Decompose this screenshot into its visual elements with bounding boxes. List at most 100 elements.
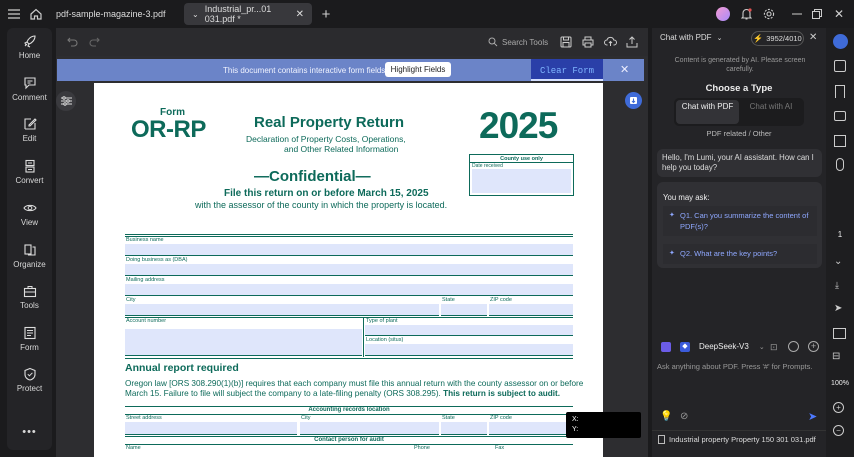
chat-mode-selector[interactable]: Chat with PDF ⌄ — [660, 33, 722, 42]
close-panel-icon[interactable]: ✕ — [809, 32, 817, 43]
chevron-down-icon[interactable]: ⌄ — [192, 10, 199, 19]
restore-icon[interactable] — [810, 7, 824, 21]
redo-icon[interactable] — [88, 36, 100, 48]
nav-view[interactable]: View — [7, 201, 52, 227]
zip-field[interactable] — [489, 304, 573, 316]
close-tab-icon[interactable]: ✕ — [296, 9, 304, 20]
business-name-field[interactable] — [125, 244, 573, 256]
nav-protect[interactable]: Protect — [7, 367, 52, 393]
form-subtitle-1: Declaration of Property Costs, Operation… — [246, 134, 406, 144]
dba-field[interactable] — [125, 264, 573, 276]
x-coordinate-label: X: — [572, 416, 579, 423]
more-icon[interactable]: ••• — [7, 426, 52, 438]
choose-type-heading: Choose a Type — [705, 83, 773, 94]
highlight-fields-button[interactable]: Highlight Fields — [385, 62, 451, 77]
nav-label: Tools — [20, 301, 39, 310]
clear-form-button[interactable]: Clear Form — [531, 59, 603, 81]
contact-person-heading: Contact person for audit — [314, 437, 384, 443]
model-brand-icon: ◆ — [680, 342, 690, 352]
chat-with-ai-option[interactable]: Chat with AI — [740, 100, 802, 124]
zoom-tool-icon[interactable]: ⊟ — [832, 351, 840, 362]
select-cursor-icon[interactable]: ➤ — [834, 303, 842, 314]
search-label: Search Tools — [502, 37, 549, 47]
history-icon[interactable] — [788, 341, 799, 352]
home-icon[interactable] — [29, 7, 43, 21]
lightbulb-icon[interactable]: 💡 — [660, 411, 672, 422]
nav-edit[interactable]: Edit — [7, 117, 52, 143]
save-icon[interactable] — [559, 35, 572, 48]
location-field[interactable] — [365, 344, 573, 356]
nav-tools[interactable]: Tools — [7, 284, 52, 310]
nav-convert[interactable]: Convert — [7, 159, 52, 185]
gear-icon[interactable] — [762, 7, 776, 21]
page-number[interactable]: 1 — [830, 228, 850, 242]
rocket-icon — [23, 35, 36, 48]
minimize-icon[interactable] — [790, 7, 804, 21]
pdf-page: Form OR-RP Real Property Return Declarat… — [94, 83, 603, 457]
properties-icon[interactable] — [56, 91, 76, 111]
menu-icon[interactable] — [7, 7, 21, 21]
last-page-icon[interactable]: ⤓ — [835, 280, 839, 291]
zoom-level[interactable]: 100% — [828, 378, 852, 390]
tab-industrial-property[interactable]: ⌄ Industrial_pr...01 031.pdf * ✕ — [184, 3, 312, 25]
suggestion-q2[interactable]: ✦ Q2. What are the key points? — [663, 244, 817, 264]
tab-pdf-sample-magazine[interactable]: pdf-sample-magazine-3.pdf — [48, 3, 178, 25]
chat-with-pdf-option[interactable]: Chat with PDF — [676, 100, 739, 124]
account-number-field[interactable] — [125, 329, 362, 356]
zip-2-field[interactable] — [489, 422, 573, 435]
suggestion-q1[interactable]: ✦ Q1. Can you summarize the content of P… — [663, 206, 817, 236]
ai-assistant-float-icon[interactable] — [625, 92, 642, 109]
nav-label: Convert — [15, 176, 44, 185]
bookmark-icon[interactable] — [835, 85, 845, 98]
type-of-plant-field[interactable] — [365, 325, 573, 336]
toolbox-icon — [23, 286, 36, 298]
thumbnails-icon[interactable] — [834, 60, 846, 72]
close-window-icon[interactable]: ✕ — [832, 7, 846, 21]
chat-input[interactable]: Ask anything about PDF. Press '#' for Pr… — [657, 362, 822, 371]
state-field[interactable] — [441, 304, 487, 316]
zoom-out-icon[interactable]: − — [833, 425, 844, 436]
nav-home[interactable]: Home — [7, 34, 52, 60]
close-banner-icon[interactable]: ✕ — [620, 63, 629, 76]
attachments-icon[interactable] — [836, 158, 844, 171]
divider — [125, 317, 573, 318]
comments-panel-icon[interactable] — [834, 111, 846, 121]
nav-comment[interactable]: Comment — [7, 76, 52, 102]
bell-icon[interactable] — [739, 7, 753, 21]
avatar[interactable] — [716, 7, 730, 21]
mailing-address-field[interactable] — [125, 284, 573, 296]
date-received-field[interactable] — [472, 169, 571, 193]
you-may-ask-label: You may ask: — [663, 193, 710, 202]
print-icon[interactable] — [581, 35, 594, 48]
state-2-field[interactable] — [441, 422, 487, 435]
model-selector[interactable]: DeepSeek-V3 ⌄ — [699, 342, 765, 351]
form-title: Real Property Return — [254, 114, 405, 131]
nav-label: Protect — [16, 384, 43, 393]
credits-badge[interactable]: ⚡ 3952/4010 — [751, 31, 804, 46]
prompt-library-icon[interactable] — [661, 342, 671, 352]
fields-icon[interactable] — [834, 135, 846, 147]
share-icon[interactable] — [625, 35, 638, 48]
assistant-greeting: Hello, I'm Lumi, your AI assistant. How … — [657, 149, 822, 177]
search-tools[interactable]: Search Tools — [488, 35, 548, 49]
ai-assistant-icon[interactable] — [833, 34, 848, 49]
street-address-field[interactable] — [125, 422, 297, 435]
send-icon[interactable]: ➤ — [808, 410, 817, 423]
nav-form[interactable]: Form — [7, 326, 52, 352]
q2-text: Q2. What are the key points? — [680, 249, 778, 258]
new-tab-icon[interactable]: + — [318, 6, 334, 23]
annual-text-2: March 15. Failure to file will subject t… — [125, 389, 441, 398]
city-2-field[interactable] — [300, 422, 439, 435]
undo-icon[interactable] — [66, 36, 78, 48]
nav-organize[interactable]: Organize — [7, 243, 52, 269]
screenshot-icon[interactable]: ⊡ — [770, 342, 778, 353]
cloud-upload-icon[interactable] — [603, 35, 617, 48]
attachment-icon[interactable]: ⊘ — [680, 411, 688, 422]
fit-page-icon[interactable] — [833, 328, 846, 339]
city-field[interactable] — [125, 304, 439, 316]
chevron-down-icon[interactable]: ⌄ — [834, 256, 842, 267]
zoom-in-icon[interactable]: + — [833, 402, 844, 413]
type-selector: Chat with PDF Chat with AI — [674, 98, 804, 126]
attached-file[interactable]: Industrial property Property 150 301 031… — [652, 430, 826, 448]
new-chat-icon[interactable]: + — [808, 341, 819, 352]
